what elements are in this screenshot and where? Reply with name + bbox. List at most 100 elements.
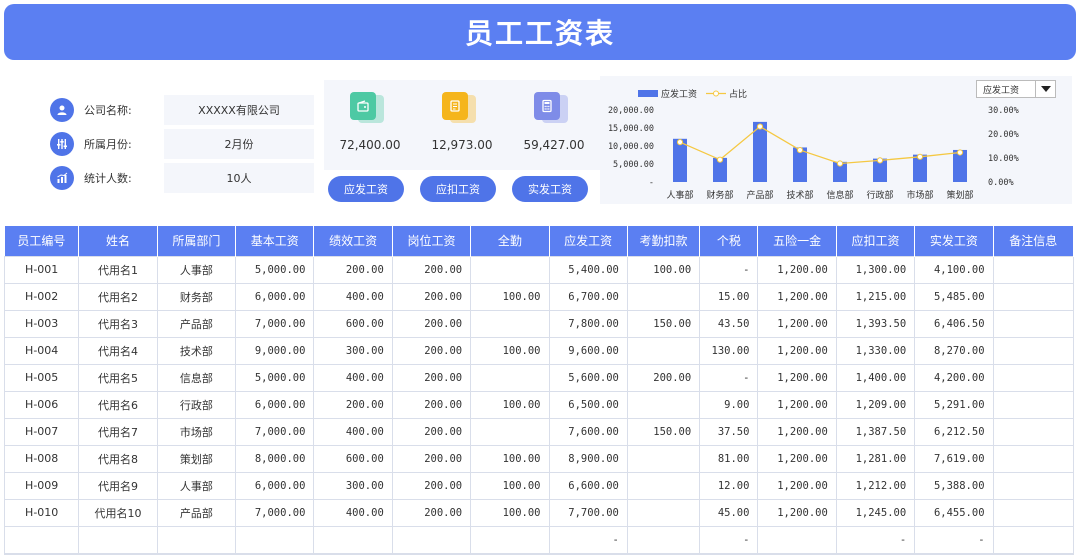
table-cell: 200.00 [391,255,472,284]
table-cell [156,525,237,554]
column-header: 应扣工资 [836,226,916,256]
table-cell: 6,212.50 [914,417,994,446]
table-cell: 400.00 [313,417,393,446]
table-cell: 43.50 [699,309,759,338]
table-cell [992,309,1075,338]
table-cell: 1,200.00 [757,498,837,527]
wallet-icon [350,92,384,123]
table-cell: H-007 [3,417,80,446]
table-cell: 代用名8 [78,444,158,473]
dropdown-selected: 应发工资 [983,85,1020,96]
table-cell: 7,000.00 [235,498,315,527]
table-cell [992,282,1075,311]
table-cell: 400.00 [313,498,393,527]
table-cell: 财务部 [156,282,237,311]
table-cell: H-008 [3,444,80,473]
table-cell: 1,200.00 [757,255,837,284]
table-cell: 100.00 [626,255,701,284]
table-cell: 5,000.00 [235,363,315,392]
table-cell [470,363,550,392]
table-row: H-010 代用名10 产品部 7,000.00 400.00 200.00 100.00 7… [3,498,1075,527]
table-cell: 5,388.00 [914,471,994,500]
table-cell: 200.00 [391,417,472,446]
column-header: 基本工资 [235,226,315,256]
table-cell: 1,200.00 [757,444,837,473]
card-value: 12,973.00 [431,138,493,152]
table-cell: 200.00 [391,390,472,419]
salary-table: 员工编号 姓名 所属部门 基本工资 绩效工资 岗位工资 全勤 应发工资 考勤扣款 个税 五险一金 应扣… [3,226,1075,554]
table-cell [313,525,393,554]
table-cell: 100.00 [470,336,550,365]
gross-pay-button[interactable]: 应发工资 [328,176,404,202]
table-cell [626,390,701,419]
title-bar: 员工工资表 [4,4,1076,60]
table-cell: H-003 [3,309,80,338]
table-cell [3,525,80,554]
line-point [876,157,884,164]
table-cell: 300.00 [313,336,393,365]
table-cell: 7,800.00 [548,309,628,338]
deductions-button[interactable]: 应扣工资 [420,176,496,202]
column-header: 备注信息 [993,226,1075,256]
metric-dropdown[interactable]: 应发工资 [976,80,1056,98]
table-cell: 1,393.50 [835,309,916,338]
table-cell: - [699,255,759,284]
month-value: 2月份 [164,129,314,159]
net-pay-button[interactable]: 实发工资 [512,176,588,202]
table-cell: 产品部 [156,309,237,338]
table-cell: 5,000.00 [235,255,315,284]
x-tick-label: 策划部 [946,189,973,201]
table-cell: H-006 [3,390,80,419]
table-cell [992,525,1075,554]
table-cell: 8,900.00 [548,444,628,473]
y-tick-label: 20,000.00 [608,106,654,116]
table-cell: 100.00 [470,471,550,500]
table-cell: 8,000.00 [235,444,315,473]
table-cell: 45.00 [699,498,759,527]
table-cell: 1,209.00 [835,390,916,419]
chevron-down-icon[interactable] [1035,81,1055,97]
table-cell: 1,300.00 [835,255,916,284]
table-cell [78,525,158,554]
table-cell: 5,400.00 [548,255,628,284]
table-cell: H-009 [3,471,80,500]
table-cell: 200.00 [313,390,393,419]
column-header: 姓名 [78,226,158,256]
table-cell: 200.00 [313,255,393,284]
table-cell: 100.00 [470,390,550,419]
table-cell: 150.00 [626,309,701,338]
info-row-count: 统计人数: 10人 [50,163,314,193]
page-title: 员工工资表 [464,17,615,50]
y-tick-label: 10,000.00 [608,142,654,152]
info-label: 公司名称: [84,104,132,117]
card-deductions: 12,973.00 应扣工资 [416,80,508,202]
table-cell [992,255,1075,284]
card-value: 72,400.00 [339,138,401,152]
table-cell [626,282,701,311]
table-cell: 200.00 [391,363,472,392]
table-cell: 400.00 [313,363,393,392]
column-header: 绩效工资 [313,226,393,256]
table-cell: H-004 [3,336,80,365]
table-cell: H-010 [3,498,80,527]
line-point [916,153,924,160]
table-cell [626,498,701,527]
table-cell: 6,000.00 [235,471,315,500]
table-cell: 6,500.00 [548,390,628,419]
card-gross-pay: 72,400.00 应发工资 [324,80,416,202]
table-cell: 81.00 [699,444,759,473]
table-cell: 300.00 [313,471,393,500]
table-cell [470,309,550,338]
table-cell: 代用名1 [78,255,158,284]
legend-label: 应发工资 [661,88,697,100]
table-cell: 代用名3 [78,309,158,338]
table-cell: 5,485.00 [914,282,994,311]
table-cell: - [699,363,759,392]
table-cell: 1,200.00 [757,471,837,500]
table-cell: H-005 [3,363,80,392]
table-cell [235,525,315,554]
sliders-icon [50,132,74,156]
table-row: H-003 代用名3 产品部 7,000.00 600.00 200.00 7,800.00… [3,309,1075,338]
table-cell: 600.00 [313,444,393,473]
table-cell: 人事部 [156,255,237,284]
